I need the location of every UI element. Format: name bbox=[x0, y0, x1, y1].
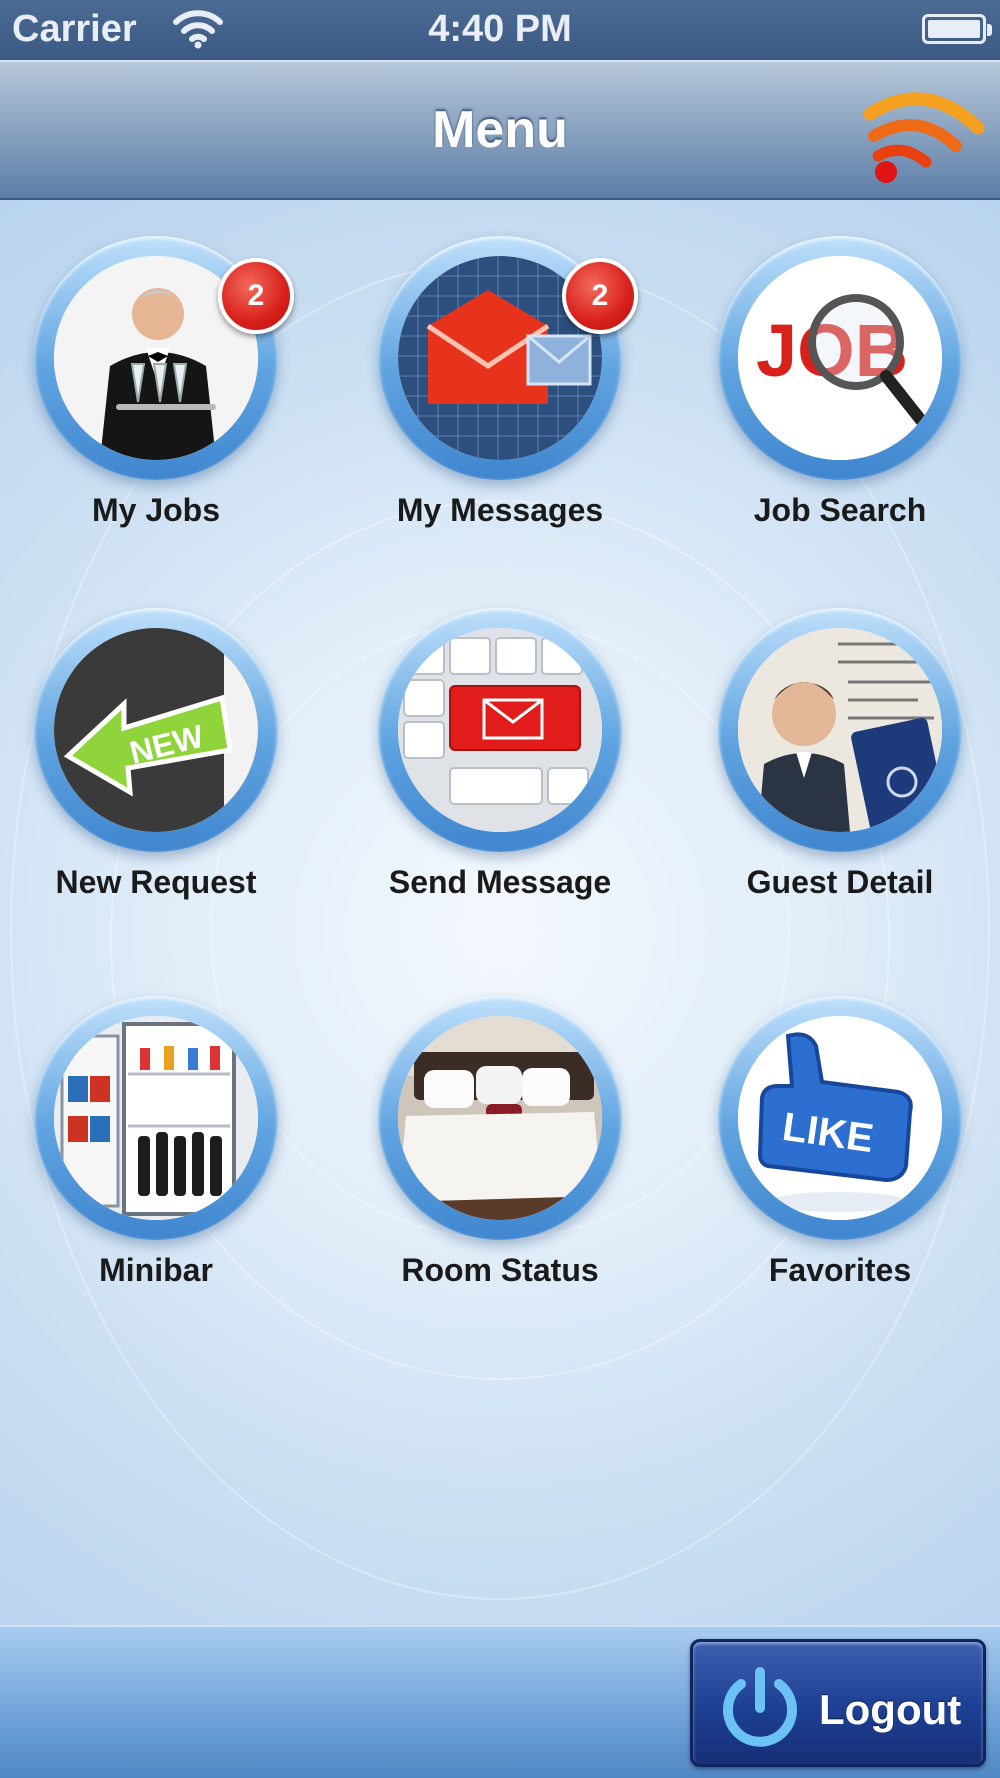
job-search-icon: JOB bbox=[738, 256, 942, 460]
logout-button[interactable]: Logout bbox=[690, 1639, 986, 1767]
menu-item-label: Favorites bbox=[768, 1252, 912, 1288]
status-time: 4:40 PM bbox=[428, 8, 572, 50]
minibar-icon bbox=[54, 1016, 258, 1220]
menu-item-frame bbox=[718, 608, 962, 852]
bed-icon bbox=[398, 1016, 602, 1220]
rss-feed-icon[interactable] bbox=[856, 84, 986, 184]
battery-icon bbox=[922, 14, 992, 44]
menu-item-frame bbox=[378, 608, 622, 852]
menu-item-label: Minibar bbox=[99, 1252, 213, 1288]
menu-item-my-messages[interactable]: 2 My Messages bbox=[350, 236, 650, 566]
new-arrow-icon: NEW bbox=[54, 628, 258, 832]
menu-item-send-message[interactable]: Send Message bbox=[350, 608, 650, 938]
menu-item-minibar[interactable]: Minibar bbox=[6, 996, 306, 1326]
menu-item-new-request[interactable]: NEW New Request bbox=[6, 608, 306, 938]
menu-item-guest-detail[interactable]: Guest Detail bbox=[690, 608, 990, 938]
menu-item-frame bbox=[34, 996, 278, 1240]
menu-item-label: Room Status bbox=[401, 1252, 599, 1288]
menu-item-frame bbox=[378, 996, 622, 1240]
navigation-bar: Menu bbox=[0, 60, 1000, 200]
page-title: Menu bbox=[432, 101, 568, 159]
menu-item-frame: JOB bbox=[718, 236, 962, 480]
menu-item-frame: NEW bbox=[34, 608, 278, 852]
notification-badge: 2 bbox=[218, 258, 294, 334]
status-bar: Carrier 4:40 PM bbox=[0, 0, 1000, 60]
keyboard-mail-icon bbox=[398, 628, 602, 832]
menu-item-favorites[interactable]: LIKE Favorites bbox=[690, 996, 990, 1326]
menu-item-label: Send Message bbox=[388, 864, 612, 900]
menu-item-room-status[interactable]: Room Status bbox=[350, 996, 650, 1326]
menu-item-job-search[interactable]: JOB Job Search bbox=[690, 236, 990, 566]
bottom-toolbar: Logout bbox=[0, 1625, 1000, 1778]
menu-item-frame: LIKE bbox=[718, 996, 962, 1240]
power-icon bbox=[723, 1667, 797, 1747]
menu-item-label: Guest Detail bbox=[746, 864, 934, 900]
notification-badge: 2 bbox=[562, 258, 638, 334]
passport-icon bbox=[738, 628, 942, 832]
logout-label: Logout bbox=[819, 1686, 962, 1733]
menu-item-my-jobs[interactable]: 2 My Jobs bbox=[6, 236, 306, 566]
menu-item-label: My Jobs bbox=[91, 492, 221, 528]
like-icon: LIKE bbox=[738, 1016, 942, 1220]
menu-item-label: New Request bbox=[55, 864, 257, 900]
menu-item-label: My Messages bbox=[396, 492, 604, 528]
menu-grid: 2 My Jobs 2 My Messages Job Search NEW N… bbox=[0, 200, 1000, 1625]
menu-item-label: Job Search bbox=[753, 492, 927, 528]
